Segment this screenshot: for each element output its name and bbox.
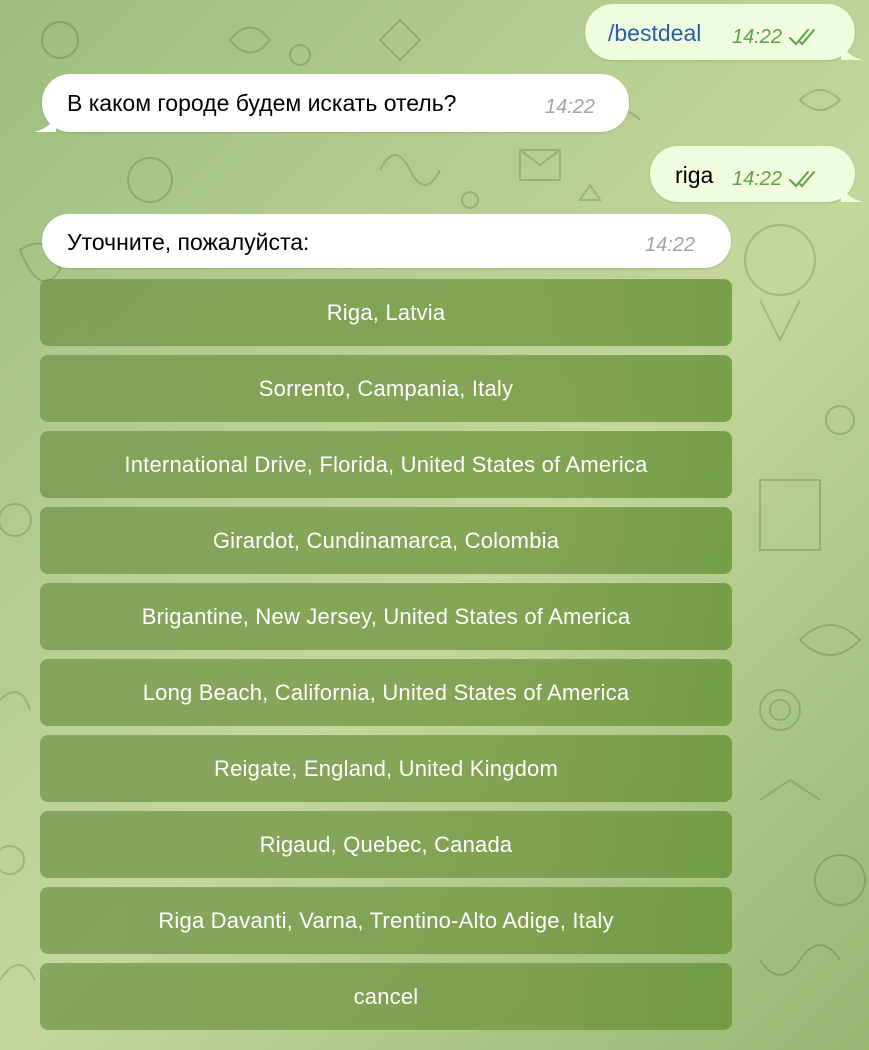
inline-button-reigate[interactable]: Reigate, England, United Kingdom xyxy=(40,735,732,802)
message-meta: 14:22 xyxy=(645,231,695,259)
message-text: В каком городе будем искать отель? xyxy=(67,90,457,116)
message-meta: 14:22 xyxy=(732,23,820,51)
inline-button-riga-latvia[interactable]: Riga, Latvia xyxy=(40,279,732,346)
inline-button-long-beach[interactable]: Long Beach, California, United States of… xyxy=(40,659,732,726)
inline-button-girardot[interactable]: Girardot, Cundinamarca, Colombia xyxy=(40,507,732,574)
message-meta: 14:22 xyxy=(732,165,820,193)
bubble-tail xyxy=(841,40,863,60)
message-time: 14:22 xyxy=(732,168,783,190)
message-outgoing[interactable]: riga 14:22 xyxy=(650,146,863,202)
inline-button-sorrento[interactable]: Sorrento, Campania, Italy xyxy=(40,355,732,422)
message-outgoing[interactable]: /bestdeal 14:22 xyxy=(585,4,863,60)
inline-button-international-drive[interactable]: International Drive, Florida, United Sta… xyxy=(40,431,732,498)
message-incoming[interactable]: Уточните, пожалуйста: 14:22 xyxy=(42,214,731,268)
double-check-icon xyxy=(789,29,816,46)
message-incoming[interactable]: В каком городе будем искать отель? 14:22 xyxy=(34,74,629,132)
message-time: 14:22 xyxy=(545,96,596,118)
message-time: 14:22 xyxy=(645,234,696,256)
message-text: riga xyxy=(675,162,714,188)
inline-keyboard: Riga, Latvia Sorrento, Campania, Italy I… xyxy=(40,279,732,1030)
inline-button-rigaud[interactable]: Rigaud, Quebec, Canada xyxy=(40,811,732,878)
message-time: 14:22 xyxy=(732,26,783,48)
bubble-tail xyxy=(841,182,863,202)
message-meta: 14:22 xyxy=(545,93,595,121)
bot-command-link[interactable]: /bestdeal xyxy=(608,19,701,47)
chat-area: /bestdeal 14:22 В каком городе будем иск… xyxy=(0,0,869,1050)
inline-button-riga-davanti[interactable]: Riga Davanti, Varna, Trentino-Alto Adige… xyxy=(40,887,732,954)
inline-button-brigantine[interactable]: Brigantine, New Jersey, United States of… xyxy=(40,583,732,650)
inline-button-cancel[interactable]: cancel xyxy=(40,963,732,1030)
bubble-tail xyxy=(34,112,56,132)
message-text: Уточните, пожалуйста: xyxy=(67,229,310,255)
double-check-icon xyxy=(789,171,816,188)
